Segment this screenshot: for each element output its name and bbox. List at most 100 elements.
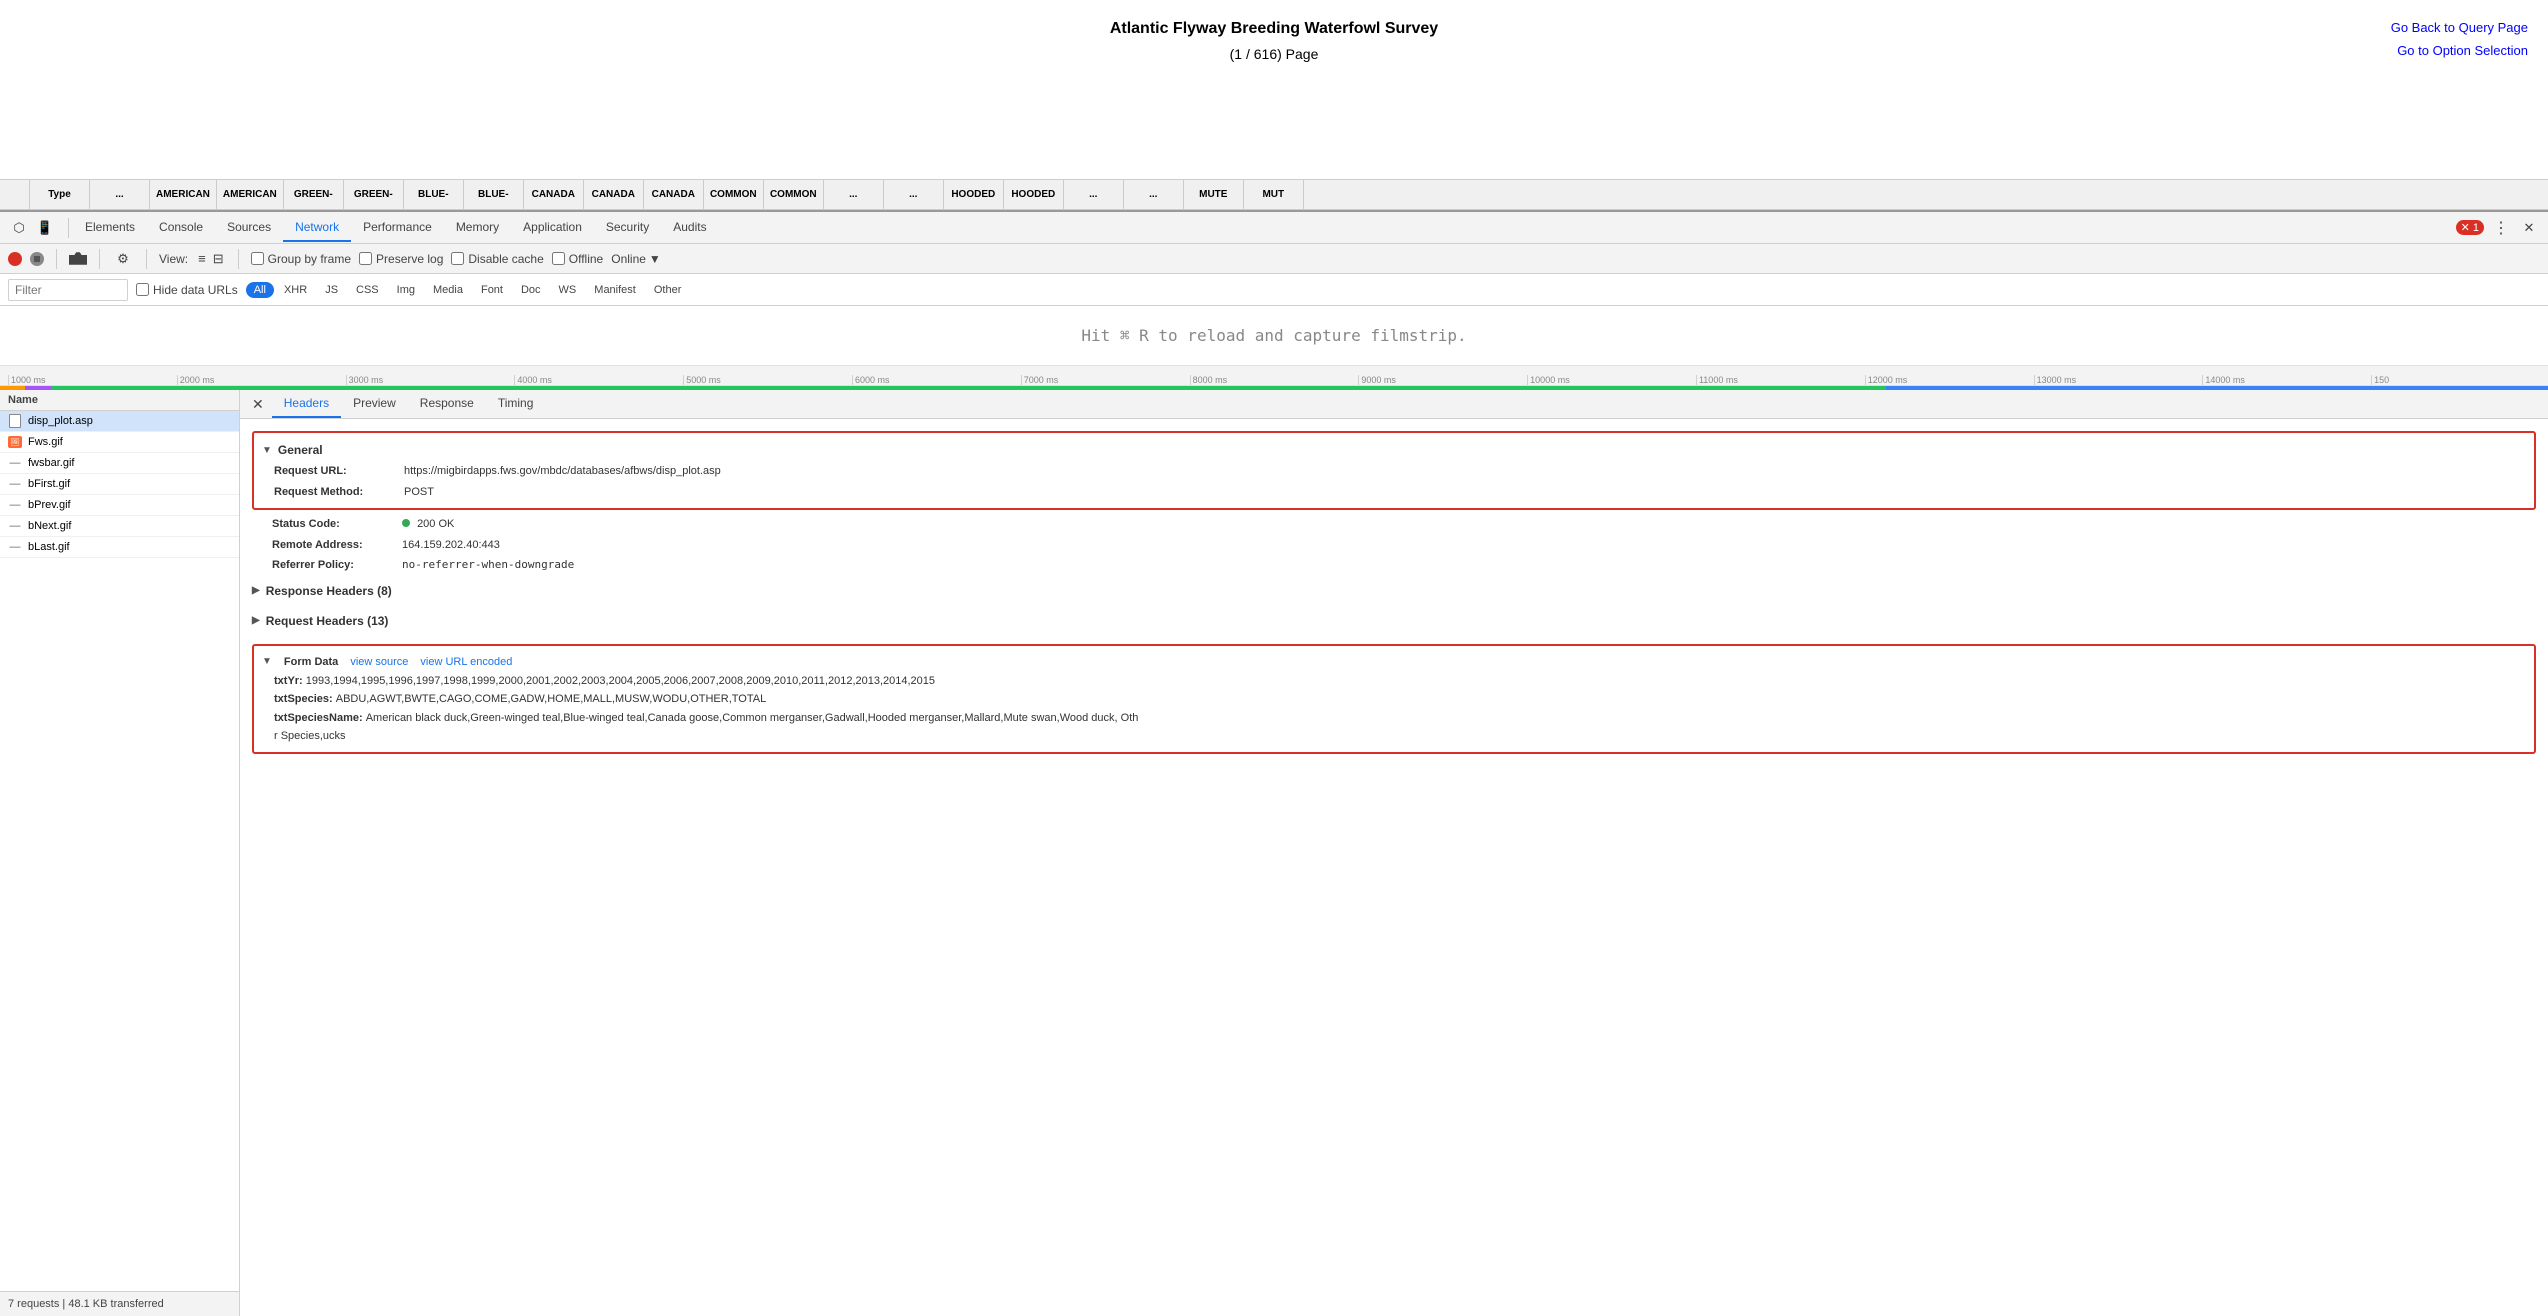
timeline-ruler: 1000 ms 2000 ms 3000 ms 4000 ms 5000 ms …	[0, 366, 2548, 386]
col-ellipsis3: ...	[884, 180, 944, 209]
tab-memory[interactable]: Memory	[444, 214, 511, 242]
dash-icon: —	[10, 457, 21, 469]
gif-icon-bfirst: —	[8, 477, 22, 491]
chip-manifest[interactable]: Manifest	[586, 282, 644, 298]
list-item[interactable]: — bPrev.gif	[0, 495, 239, 516]
col-ellipsis4: ...	[1064, 180, 1124, 209]
list-item[interactable]: 🖼 Fws.gif	[0, 432, 239, 453]
col-ellipsis2: ...	[824, 180, 884, 209]
response-headers-header[interactable]: ▶ Response Headers (8)	[252, 580, 2536, 602]
tab-audits[interactable]: Audits	[661, 214, 718, 242]
hide-data-urls-label[interactable]: Hide data URLs	[136, 283, 238, 297]
requests-panel: Name disp_plot.asp 🖼 Fws.gif —	[0, 390, 240, 1316]
form-txtyr-val: 1993,1994,1995,1996,1997,1998,1999,2000,…	[306, 675, 935, 687]
hide-data-urls-checkbox[interactable]	[136, 283, 149, 296]
form-rspeciesucks-val: r Species,ucks	[274, 730, 346, 742]
form-txtspecies: txtSpecies: ABDU,AGWT,BWTE,CAGO,COME,GAD…	[274, 690, 2526, 709]
general-section-header[interactable]: ▼ General	[262, 439, 2526, 461]
tab-application[interactable]: Application	[511, 214, 594, 242]
devtools-tabs: Elements Console Sources Network Perform…	[73, 214, 719, 242]
list-item[interactable]: — bLast.gif	[0, 537, 239, 558]
error-count: 1	[2473, 222, 2479, 234]
list-item[interactable]: — bNext.gif	[0, 516, 239, 537]
chip-other[interactable]: Other	[646, 282, 690, 298]
chip-media[interactable]: Media	[425, 282, 471, 298]
list-view-icon[interactable]: ≡	[196, 250, 208, 268]
request-headers-title: Request Headers (13)	[266, 614, 389, 628]
group-by-frame-checkbox[interactable]	[251, 252, 264, 265]
view-source-link[interactable]: view source	[350, 656, 408, 668]
list-item[interactable]: disp_plot.asp	[0, 411, 239, 432]
request-headers-header[interactable]: ▶ Request Headers (13)	[252, 610, 2536, 632]
chip-css[interactable]: CSS	[348, 282, 387, 298]
record-button[interactable]	[8, 252, 22, 266]
camera-icon[interactable]	[69, 252, 87, 266]
disable-cache-label[interactable]: Disable cache	[451, 252, 543, 266]
chip-font[interactable]: Font	[473, 282, 511, 298]
page-title: Atlantic Flyway Breeding Waterfowl Surve…	[20, 20, 2528, 38]
tab-response[interactable]: Response	[408, 390, 486, 418]
tab-security[interactable]: Security	[594, 214, 661, 242]
tab-sources[interactable]: Sources	[215, 214, 283, 242]
tab-headers[interactable]: Headers	[272, 390, 341, 418]
more-options-icon[interactable]: ⋮	[2490, 217, 2512, 239]
dash-icon: —	[10, 541, 21, 553]
form-txtspecies-key: txtSpecies:	[274, 693, 336, 705]
page-icon	[9, 414, 21, 428]
tab-performance[interactable]: Performance	[351, 214, 444, 242]
tl-13000: 13000 ms	[2034, 375, 2203, 385]
device-toolbar-icon[interactable]: 📱	[34, 217, 56, 239]
list-item[interactable]: — bFirst.gif	[0, 474, 239, 495]
offline-label[interactable]: Offline	[552, 252, 603, 266]
response-headers-section: ▶ Response Headers (8)	[252, 576, 2536, 606]
details-content: ▼ General Request URL: https://migbirdap…	[240, 419, 2548, 1316]
toolbar-divider5	[238, 249, 239, 269]
link-back-to-query[interactable]: Go Back to Query Page	[2391, 20, 2528, 35]
offline-checkbox[interactable]	[552, 252, 565, 265]
tab-console[interactable]: Console	[147, 214, 215, 242]
network-toolbar: ⚙ View: ≡ ⊟ Group by frame Preserve log …	[0, 244, 2548, 274]
dash-icon: —	[10, 499, 21, 511]
devtools-tab-bar: ⬡ 📱 Elements Console Sources Network Per…	[0, 212, 2548, 244]
general-section-title: General	[278, 443, 323, 457]
close-devtools-icon[interactable]: ✕	[2518, 217, 2540, 239]
chip-js[interactable]: JS	[317, 282, 346, 298]
tree-view-icon[interactable]: ⊟	[211, 250, 226, 268]
request-name: bFirst.gif	[28, 478, 70, 490]
tab-timing[interactable]: Timing	[486, 390, 546, 418]
filter-input[interactable]	[8, 279, 128, 301]
col-mute1: MUTE	[1184, 180, 1244, 209]
link-option-selection[interactable]: Go to Option Selection	[2391, 43, 2528, 58]
filter-button[interactable]: ⚙	[112, 248, 134, 270]
form-txtspeciesname-key: txtSpeciesName:	[274, 712, 366, 724]
close-detail-button[interactable]: ✕	[248, 390, 268, 418]
tl-6000: 6000 ms	[852, 375, 1021, 385]
chip-doc[interactable]: Doc	[513, 282, 549, 298]
online-dropdown[interactable]: Online ▼	[611, 252, 661, 266]
view-url-encoded-link[interactable]: view URL encoded	[420, 656, 512, 668]
request-method-label: Request Method:	[274, 484, 404, 501]
form-data-header[interactable]: ▼ Form Data view source view URL encoded	[262, 652, 2526, 672]
col-blue2: BLUE-	[464, 180, 524, 209]
tl-5000: 5000 ms	[683, 375, 852, 385]
col-green1: GREEN-	[284, 180, 344, 209]
preserve-log-label[interactable]: Preserve log	[359, 252, 443, 266]
response-headers-title: Response Headers (8)	[266, 584, 392, 598]
preserve-log-text: Preserve log	[376, 252, 443, 266]
chip-img[interactable]: Img	[389, 282, 423, 298]
chip-xhr[interactable]: XHR	[276, 282, 315, 298]
chip-all[interactable]: All	[246, 282, 274, 298]
group-by-frame-label[interactable]: Group by frame	[251, 252, 351, 266]
cursor-icon[interactable]: ⬡	[8, 217, 30, 239]
chip-ws[interactable]: WS	[551, 282, 585, 298]
form-data-box: ▼ Form Data view source view URL encoded…	[252, 644, 2536, 754]
gif-icon-bnext: —	[8, 519, 22, 533]
preserve-log-checkbox[interactable]	[359, 252, 372, 265]
tab-elements[interactable]: Elements	[73, 214, 147, 242]
list-item[interactable]: — fwsbar.gif	[0, 453, 239, 474]
tab-network[interactable]: Network	[283, 214, 351, 242]
details-panel: ✕ Headers Preview Response Timing ▼ Gene…	[240, 390, 2548, 1316]
disable-cache-checkbox[interactable]	[451, 252, 464, 265]
tab-preview[interactable]: Preview	[341, 390, 408, 418]
stop-button[interactable]	[30, 252, 44, 266]
